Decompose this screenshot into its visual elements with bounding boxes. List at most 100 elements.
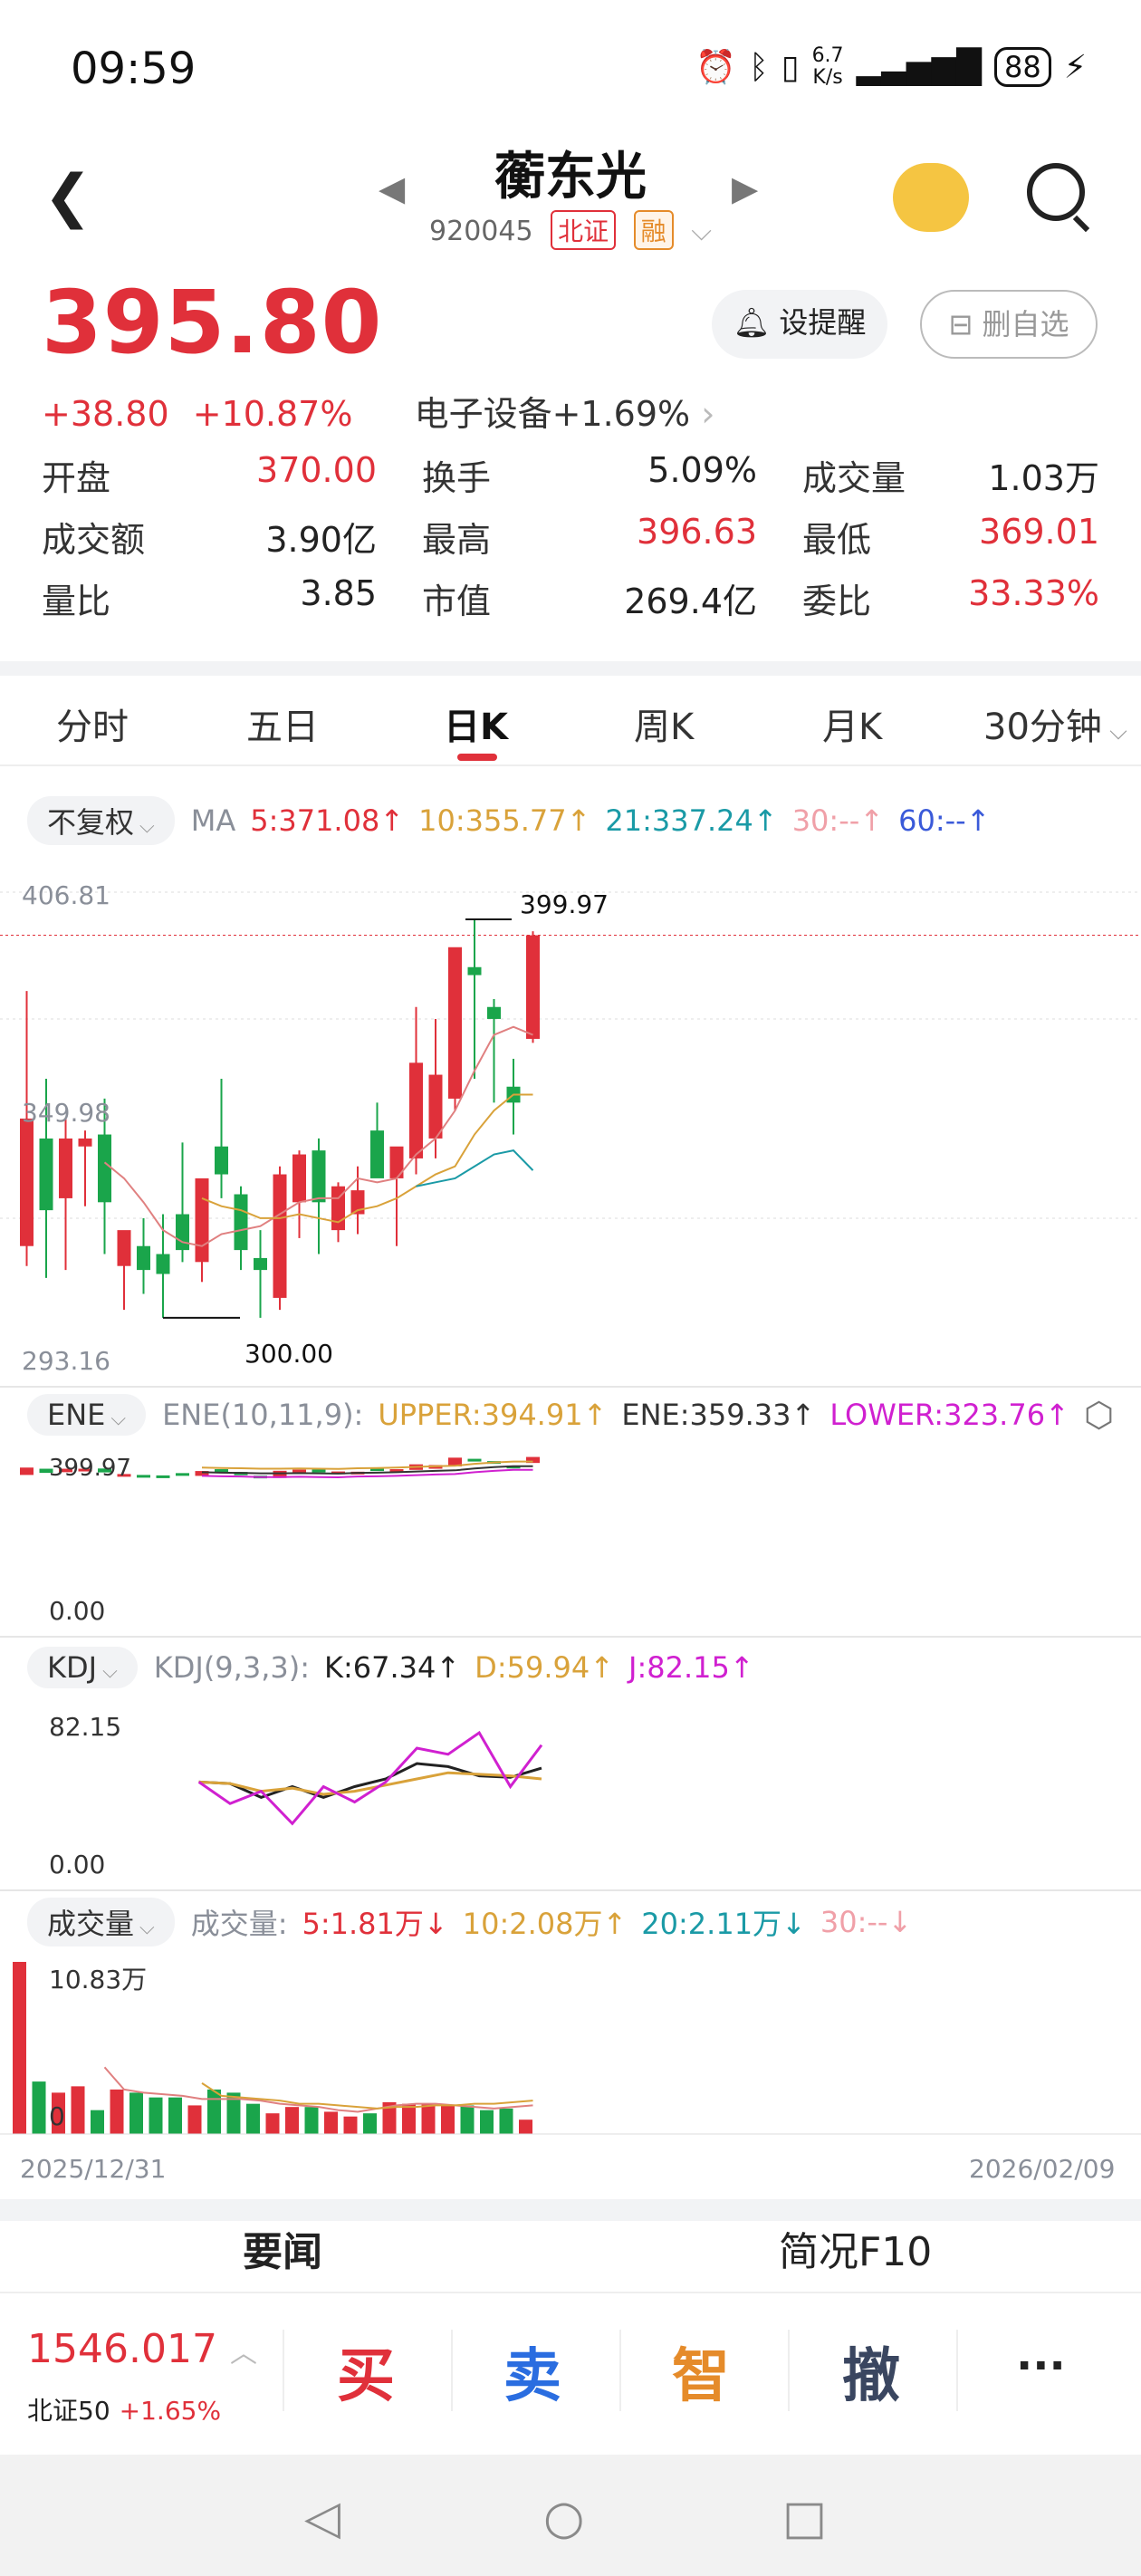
tab-weekly-k[interactable]: 周K	[634, 697, 694, 750]
date-start-label: 2025/12/31	[20, 2154, 167, 2184]
kdj-select[interactable]: KDJ ⌵	[27, 1647, 138, 1688]
candle-body	[195, 1177, 209, 1263]
cancel-order-button[interactable]: 撤	[842, 2330, 900, 2413]
kdj-chart[interactable]	[0, 1699, 1141, 1880]
tab-news[interactable]: 要闻	[243, 2219, 322, 2277]
candle-body	[526, 935, 540, 1039]
candle-body	[487, 1006, 501, 1019]
tab-intraday[interactable]: 分时	[56, 697, 129, 750]
nav-home-icon[interactable]: ○	[543, 2491, 584, 2545]
divider	[0, 661, 1141, 676]
minus-box-icon: ⊟	[948, 307, 973, 341]
candle-body	[39, 1138, 53, 1211]
more-button[interactable]: ···	[1016, 2341, 1066, 2391]
stat-value: 269.4亿	[624, 581, 757, 621]
stat-label: 成交量	[802, 457, 906, 498]
candle-body	[20, 1118, 34, 1246]
signal-icon: ▂▃▅▆█	[856, 48, 982, 86]
set-alert-button[interactable]: 🔔︎ 设提醒	[712, 290, 887, 359]
trade-bar: 1546.017 ︿ 北证50 +1.65% 买 卖 智 撤 ···	[0, 2292, 1141, 2455]
ene-top-label: 399.97	[49, 1455, 131, 1482]
volume-bar	[91, 2110, 104, 2134]
candle-body	[409, 1062, 423, 1158]
candle-body	[215, 1146, 228, 1175]
vol-bottom-label: 0	[49, 2101, 65, 2131]
volume-chart[interactable]	[0, 1953, 1141, 2143]
candle-body	[370, 1130, 384, 1178]
stat-label: 成交额	[42, 519, 146, 560]
tab-30min[interactable]: 30分钟 ⌵	[983, 697, 1127, 750]
ene-candle	[176, 1473, 189, 1476]
settings-icon[interactable]: ⬡	[1084, 1395, 1114, 1435]
search-icon[interactable]	[1027, 163, 1085, 221]
volume-bar	[402, 2103, 416, 2134]
stats-row: 开盘 370.00 换手 5.09% 成交量 1.03万	[42, 444, 1099, 505]
candle-body	[254, 1257, 267, 1271]
index-name: 北证50 +1.65%	[27, 2396, 222, 2426]
candle-body	[428, 1074, 443, 1139]
candle-body	[117, 1230, 131, 1266]
stat-label: 开盘	[42, 457, 111, 498]
divider	[619, 2330, 621, 2411]
buy-button[interactable]: 买	[337, 2330, 395, 2413]
vol-ma30: 30:--↓	[820, 1905, 913, 1939]
ene-upper: UPPER:394.91↑	[378, 1398, 608, 1432]
stats-row: 成交额 3.90亿 最高 396.63 最低 369.01	[42, 505, 1099, 567]
active-tab-indicator	[457, 754, 497, 761]
stat-label: 委比	[802, 581, 872, 621]
ma10-value: 10:355.77↑	[418, 803, 591, 838]
stat-value: 396.63	[637, 511, 757, 552]
kline-chart[interactable]	[0, 865, 1141, 1381]
sector-link[interactable]: 电子设备+1.69% ›	[415, 394, 715, 434]
volume-bar	[285, 2107, 299, 2134]
kdj-d: D:59.94↑	[475, 1650, 615, 1685]
volume-bar	[499, 2108, 513, 2134]
ma5-value: 5:371.08↑	[250, 803, 405, 838]
system-nav-bar: ◁ ○ □	[0, 2455, 1141, 2576]
volume-bar	[441, 2105, 455, 2134]
battery-icon: 88	[994, 47, 1051, 87]
divider	[451, 2330, 453, 2411]
ma21-line	[416, 1149, 534, 1187]
ene-chart[interactable]	[0, 1447, 1141, 1629]
ene-bottom-label: 0.00	[49, 1596, 106, 1626]
alarm-icon: ⏰	[695, 49, 737, 86]
vibrate-icon: ▯	[781, 48, 800, 86]
index-value[interactable]: 1546.017 ︿	[27, 2326, 257, 2372]
volume-select[interactable]: 成交量 ⌵	[27, 1898, 175, 1946]
ma-indicator-bar: 不复权 ⌵ MA 5:371.08↑ 10:355.77↑ 21:337.24↑ …	[0, 793, 1141, 848]
volume-bar	[187, 2105, 202, 2134]
nav-back-icon[interactable]: ◁	[304, 2491, 340, 2545]
remove-watchlist-button[interactable]: ⊟ 删自选	[920, 290, 1098, 359]
stat-label: 市值	[422, 581, 492, 621]
vol-ma20: 20:2.11万↓	[641, 1907, 806, 1941]
kdj-j: J:82.15↑	[628, 1650, 754, 1685]
tab-monthly-k[interactable]: 月K	[822, 697, 882, 750]
ene-select[interactable]: ENE ⌵	[27, 1394, 147, 1436]
chevron-down-icon: ⌵	[691, 216, 712, 247]
stats-grid: 开盘 370.00 换手 5.09% 成交量 1.03万 成交额 3.90亿 最高 396…	[42, 444, 1099, 629]
news-tabs: 要闻 简况F10	[0, 2201, 1141, 2292]
volume-bar	[519, 2119, 532, 2134]
stock-code-line[interactable]: 920045 北证 融 ⌵	[0, 210, 1141, 250]
date-end-label: 2026/02/09	[969, 2154, 1116, 2184]
nav-recents-icon[interactable]: □	[782, 2491, 827, 2545]
mascot-icon[interactable]	[893, 163, 969, 232]
volume-bar	[71, 2086, 85, 2134]
candle-body	[59, 1138, 72, 1198]
market-tag: 北证	[551, 210, 617, 250]
ma-label: MA	[190, 803, 236, 838]
low-price-label: 300.00	[244, 1339, 333, 1369]
smart-button[interactable]: 智	[672, 2330, 730, 2413]
sell-button[interactable]: 卖	[503, 2330, 561, 2413]
candle-body	[156, 1254, 170, 1274]
tab-f10[interactable]: 简况F10	[779, 2219, 932, 2277]
ene-candle	[156, 1475, 170, 1478]
vol-ma10: 10:2.08万↑	[462, 1907, 628, 1941]
change-line: +38.80 +10.87% 电子设备+1.69% ›	[42, 386, 714, 436]
tab-daily-k[interactable]: 日K	[444, 697, 508, 750]
tab-five-day[interactable]: 五日	[246, 697, 319, 750]
chevron-right-icon: ›	[701, 394, 715, 434]
candle-body	[312, 1150, 326, 1203]
adjust-select[interactable]: 不复权 ⌵	[27, 796, 175, 845]
